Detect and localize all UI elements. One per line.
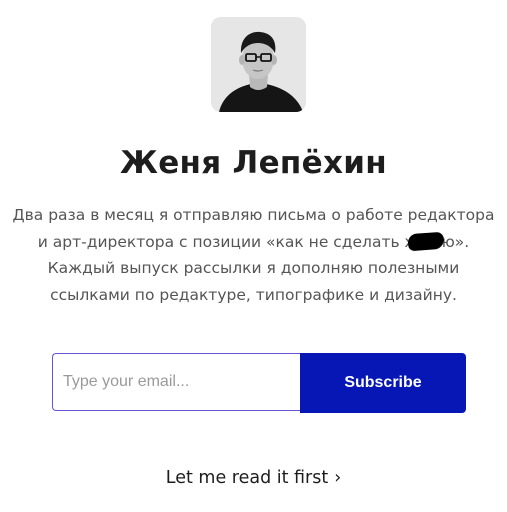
read-it-first-label: Let me read it first	[165, 468, 329, 488]
description-line-1: Два раза в месяц я отправляю письма о ра…	[12, 206, 495, 224]
description-line-2-start: и арт-директора с позиции «как не сделат…	[37, 232, 414, 251]
read-it-first-link[interactable]: Let me read it first ›	[0, 468, 507, 488]
email-input[interactable]	[52, 353, 300, 411]
description-line-2: и арт-директора с позиции «как не сделат…	[0, 229, 507, 256]
description-line-2-end: ю».	[441, 232, 470, 251]
description-line-4: ссылками по редактуре, типографике и диз…	[50, 285, 457, 304]
chevron-right-icon: ›	[334, 468, 342, 488]
censor-blot	[407, 231, 445, 251]
subscribe-button[interactable]: Subscribe	[300, 353, 466, 413]
author-avatar	[211, 17, 306, 112]
subscribe-form: Subscribe	[52, 353, 466, 413]
author-name: Женя Лепёхин	[119, 145, 388, 181]
newsletter-description: Два раза в месяц я отправляю письма о ра…	[0, 202, 507, 308]
description-line-3: Каждый выпуск рассылки я дополняю полезн…	[47, 259, 460, 277]
